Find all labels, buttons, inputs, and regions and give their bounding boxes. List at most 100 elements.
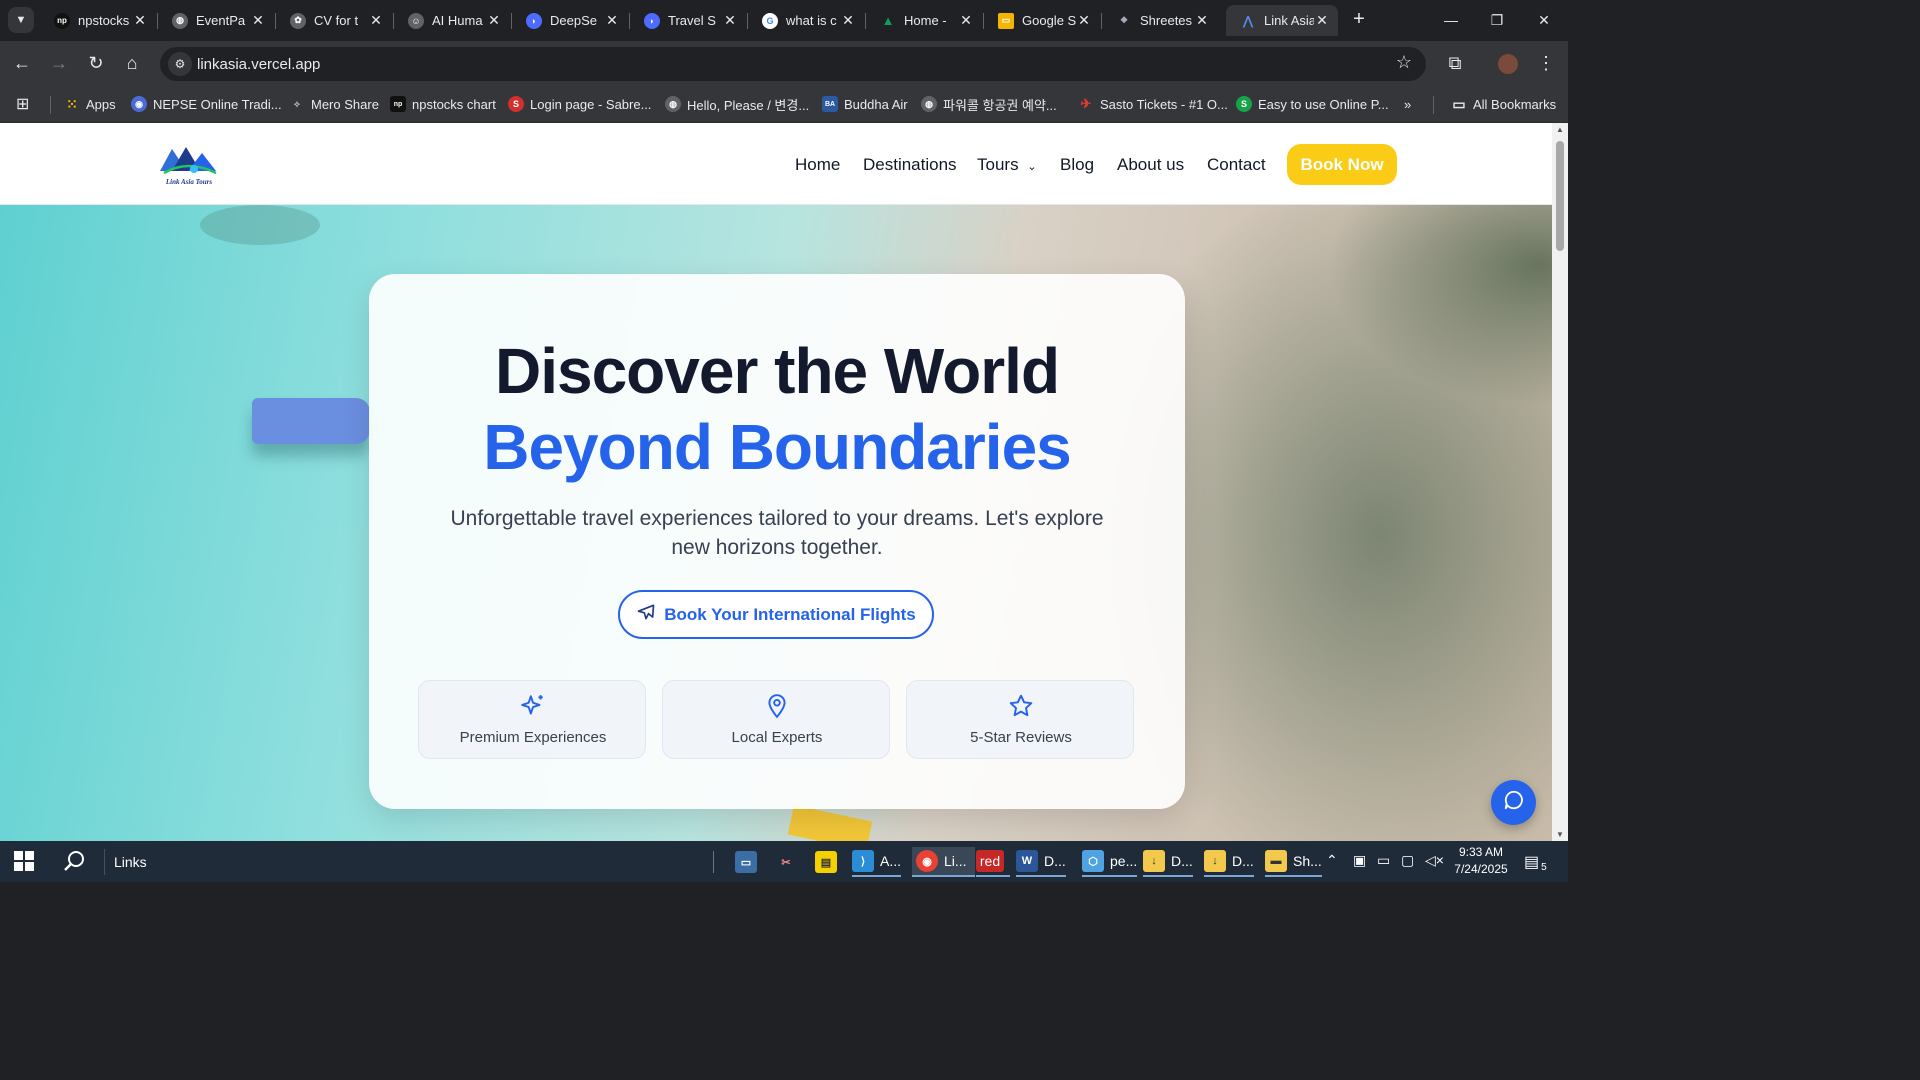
page-scrollbar[interactable]: ▲ ▼ — [1552, 123, 1568, 841]
close-tab-icon[interactable]: ✕ — [958, 12, 974, 29]
taskbar-app[interactable]: ▤ — [815, 847, 843, 877]
close-tab-icon[interactable]: ✕ — [368, 12, 384, 29]
bookmark-easy-online[interactable]: S Easy to use Online P... — [1236, 94, 1389, 114]
bookmark-nepse[interactable]: ◉ NEPSE Online Tradi... — [131, 94, 282, 114]
snipping-icon: ✂ — [781, 856, 791, 869]
restore-button[interactable]: ❐ — [1482, 6, 1512, 34]
bookmark-sabre[interactable]: S Login page - Sabre... — [508, 94, 651, 114]
bookmark-apps[interactable]: ⁙ Apps — [64, 94, 116, 114]
site-info-icon[interactable]: ⚙ — [168, 52, 192, 76]
forward-button[interactable]: → — [47, 51, 71, 75]
bookmark-hello-please[interactable]: ◍ Hello, Please / 변경... — [665, 94, 809, 114]
reload-button[interactable]: ↻ — [84, 51, 108, 75]
browser-tab[interactable]: ◍ EventPa ✕ — [158, 5, 274, 36]
scrollbar-thumb[interactable] — [1556, 141, 1564, 251]
bookmark-star-icon[interactable]: ☆ — [1396, 52, 1412, 73]
browser-tab[interactable]: G what is c ✕ — [748, 5, 864, 36]
browser-tab-active[interactable]: ⋀ Link Asia ✕ — [1226, 5, 1338, 36]
browser-tab[interactable]: np npstocks ✕ — [40, 5, 156, 36]
all-bookmarks-button[interactable]: ▭ All Bookmarks — [1451, 94, 1556, 114]
close-tab-icon[interactable]: ✕ — [1314, 12, 1330, 29]
back-button[interactable]: ← — [10, 51, 34, 75]
tab-title: Link Asia — [1264, 13, 1314, 28]
puzzle-icon: ⧉ — [1448, 53, 1462, 73]
drive-icon: ▲ — [881, 13, 895, 28]
humanize-icon: ☺ — [408, 12, 424, 29]
nav-tours[interactable]: Tours ⌄ — [977, 155, 1037, 175]
network-icon[interactable]: ▢ — [1401, 852, 1414, 869]
close-tab-icon[interactable]: ✕ — [250, 12, 266, 29]
browser-tab[interactable]: ◗ Travel S ✕ — [630, 5, 746, 36]
bookmark-label: npstocks chart — [412, 96, 496, 112]
taskbar-app[interactable]: ✂ — [775, 847, 803, 877]
minimize-button[interactable]: — — [1436, 6, 1466, 34]
bookmark-sasto-tickets[interactable]: ✈ Sasto Tickets - #1 O... — [1078, 94, 1228, 114]
search-icon — [62, 849, 86, 876]
browser-tab[interactable]: ✿ CV for t ✕ — [276, 5, 392, 36]
notifications-button[interactable]: ▤ 5 — [1524, 847, 1547, 877]
tray-overflow-icon[interactable]: ⌃ — [1326, 852, 1338, 869]
taskbar-app-label: pe... — [1110, 853, 1138, 869]
close-window-button[interactable]: ✕ — [1529, 6, 1559, 34]
close-tab-icon[interactable]: ✕ — [486, 12, 502, 29]
browser-tab[interactable]: ❖ Shreetes ✕ — [1102, 5, 1218, 36]
meet-now-icon[interactable]: ▣ — [1353, 852, 1366, 869]
close-tab-icon[interactable]: ✕ — [604, 12, 620, 29]
bookmark-buddha-air[interactable]: BA Buddha Air — [822, 94, 908, 114]
close-tab-icon[interactable]: ✕ — [840, 12, 856, 29]
taskbar-app-folder[interactable]: ↓ D... — [1204, 847, 1254, 877]
chat-button[interactable] — [1491, 780, 1536, 825]
battery-icon[interactable]: ▭ — [1377, 852, 1390, 869]
taskbar-app-folder[interactable]: ↓ D... — [1143, 847, 1193, 877]
browser-tab[interactable]: ▭ Google S ✕ — [984, 5, 1100, 36]
book-flights-button[interactable]: Book Your International Flights — [618, 590, 934, 639]
url-text[interactable]: linkasia.vercel.app — [197, 56, 320, 73]
new-tab-button[interactable]: + — [1348, 8, 1370, 30]
browser-tab[interactable]: ◗ DeepSe ✕ — [512, 5, 628, 36]
nav-blog[interactable]: Blog — [1060, 155, 1094, 175]
browser-menu-button[interactable]: ⋮ — [1534, 51, 1558, 75]
scroll-down-icon[interactable]: ▼ — [1552, 830, 1568, 839]
close-tab-icon[interactable]: ✕ — [1076, 12, 1092, 29]
scroll-up-icon[interactable]: ▲ — [1552, 125, 1568, 134]
close-tab-icon[interactable]: ✕ — [722, 12, 738, 29]
bookmarks-grid-button[interactable]: ⊞ — [16, 94, 29, 114]
volume-muted-icon[interactable]: ◁× — [1425, 852, 1444, 869]
nav-home[interactable]: Home — [795, 155, 840, 175]
nav-about-us[interactable]: About us — [1117, 155, 1184, 175]
home-button[interactable]: ⌂ — [120, 51, 144, 75]
close-tab-icon[interactable]: ✕ — [132, 12, 148, 29]
extensions-button[interactable]: ⧉ — [1443, 51, 1467, 75]
taskbar-app-pe[interactable]: ⬡ pe... — [1082, 847, 1138, 877]
tab-search-button[interactable]: ▼ — [8, 7, 34, 33]
book-now-button[interactable]: Book Now — [1287, 144, 1397, 185]
bookmark-label: Hello, Please / 변경... — [687, 97, 810, 113]
folder-icon: ▬ — [1265, 850, 1287, 872]
nav-destinations[interactable]: Destinations — [863, 155, 957, 175]
taskbar-app-chrome[interactable]: ◉ Li... — [912, 847, 975, 877]
bookmark-powercall[interactable]: ◍ 파워콜 항공권 예약... — [921, 94, 1057, 114]
taskbar-app-vscode[interactable]: ⟩ A... — [852, 847, 902, 877]
taskbar-app-red[interactable]: red — [976, 847, 1010, 877]
browser-tab[interactable]: ☺ AI Huma ✕ — [394, 5, 510, 36]
folder-icon: ▭ — [1452, 95, 1466, 112]
close-tab-icon[interactable]: ✕ — [1194, 12, 1210, 29]
site-logo[interactable]: Link Asia Tours — [158, 143, 220, 187]
bookmark-npstocks-chart[interactable]: np npstocks chart — [390, 94, 496, 114]
slides-icon: ▭ — [998, 12, 1014, 29]
browser-tab[interactable]: ▲ Home - ✕ — [866, 5, 982, 36]
taskbar-app-folder[interactable]: ▬ Sh... — [1265, 847, 1322, 877]
bookmarks-overflow-button[interactable]: » — [1404, 94, 1411, 114]
hero-boat-image — [787, 805, 873, 841]
taskbar-app-word[interactable]: W D... — [1016, 847, 1066, 877]
address-bar[interactable]: ⚙ linkasia.vercel.app ☆ — [160, 47, 1426, 81]
start-button[interactable] — [14, 847, 34, 877]
system-clock[interactable]: 9:33 AM 7/24/2025 — [1446, 844, 1516, 878]
taskbar-app[interactable]: ▭ — [735, 847, 763, 877]
nav-contact[interactable]: Contact — [1207, 155, 1266, 175]
feature-label: Local Experts — [731, 729, 823, 746]
taskbar-search-button[interactable] — [62, 847, 86, 877]
profile-avatar[interactable] — [1496, 51, 1520, 75]
taskbar-links-toolbar[interactable]: Links — [114, 847, 147, 877]
bookmark-mero-share[interactable]: ⟡ Mero Share — [289, 94, 379, 114]
